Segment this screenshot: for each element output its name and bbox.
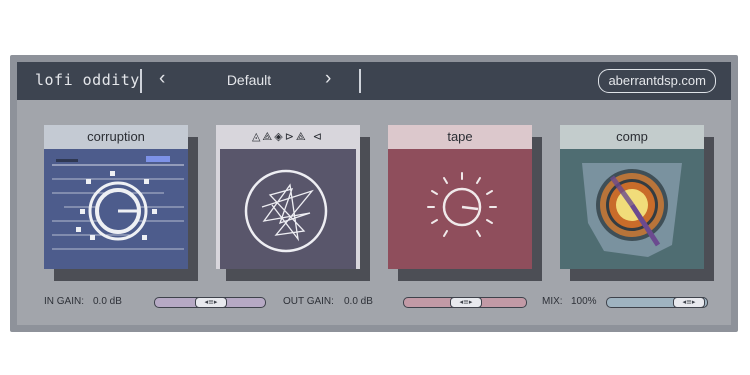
preset-name[interactable]: Default	[217, 72, 281, 88]
chevron-right-icon[interactable]: ›	[325, 68, 331, 90]
corruption-knob-graphic[interactable]	[44, 149, 188, 269]
corruption-module: corruption	[44, 125, 198, 281]
divider	[140, 69, 142, 93]
mix-value[interactable]: 100%	[571, 296, 597, 307]
glyph-knob-graphic[interactable]	[220, 149, 356, 269]
module-header: tape	[388, 125, 532, 149]
comp-module: comp	[560, 125, 714, 281]
chevron-left-icon[interactable]: ‹	[159, 68, 165, 90]
tape-module: tape	[388, 125, 542, 281]
tape-knob-graphic[interactable]	[388, 149, 532, 269]
slider-thumb[interactable]: ◂≡▸	[450, 297, 482, 308]
module-header: corruption	[44, 125, 188, 149]
glyph-module: ◬⟁◈⊳⟁ ⊲	[216, 125, 370, 281]
glyph-face	[216, 149, 360, 269]
in-gain-label: IN GAIN:	[44, 296, 85, 307]
out-gain-value[interactable]: 0.0 dB	[344, 296, 373, 307]
tape-face	[388, 149, 532, 269]
comp-face	[560, 149, 704, 269]
divider	[359, 69, 361, 93]
in-gain-value[interactable]: 0.0 dB	[93, 296, 122, 307]
plugin-title: lofi oddity	[35, 71, 140, 89]
module-header: comp	[560, 125, 704, 149]
comp-knob-graphic[interactable]	[560, 149, 704, 269]
corruption-face	[44, 149, 188, 269]
brand-link[interactable]: aberrantdsp.com	[598, 69, 716, 93]
out-gain-slider[interactable]: ◂≡▸	[403, 297, 527, 308]
out-gain-label: OUT GAIN:	[283, 296, 334, 307]
module-header: ◬⟁◈⊳⟁ ⊲	[216, 125, 360, 149]
slider-thumb[interactable]: ◂≡▸	[195, 297, 227, 308]
mix-slider[interactable]: ◂≡▸	[606, 297, 708, 308]
in-gain-slider[interactable]: ◂≡▸	[154, 297, 266, 308]
top-bar: lofi oddity ‹ Default › aberrantdsp.com	[17, 62, 731, 100]
slider-thumb[interactable]: ◂≡▸	[673, 297, 705, 308]
mix-label: MIX:	[542, 296, 563, 307]
